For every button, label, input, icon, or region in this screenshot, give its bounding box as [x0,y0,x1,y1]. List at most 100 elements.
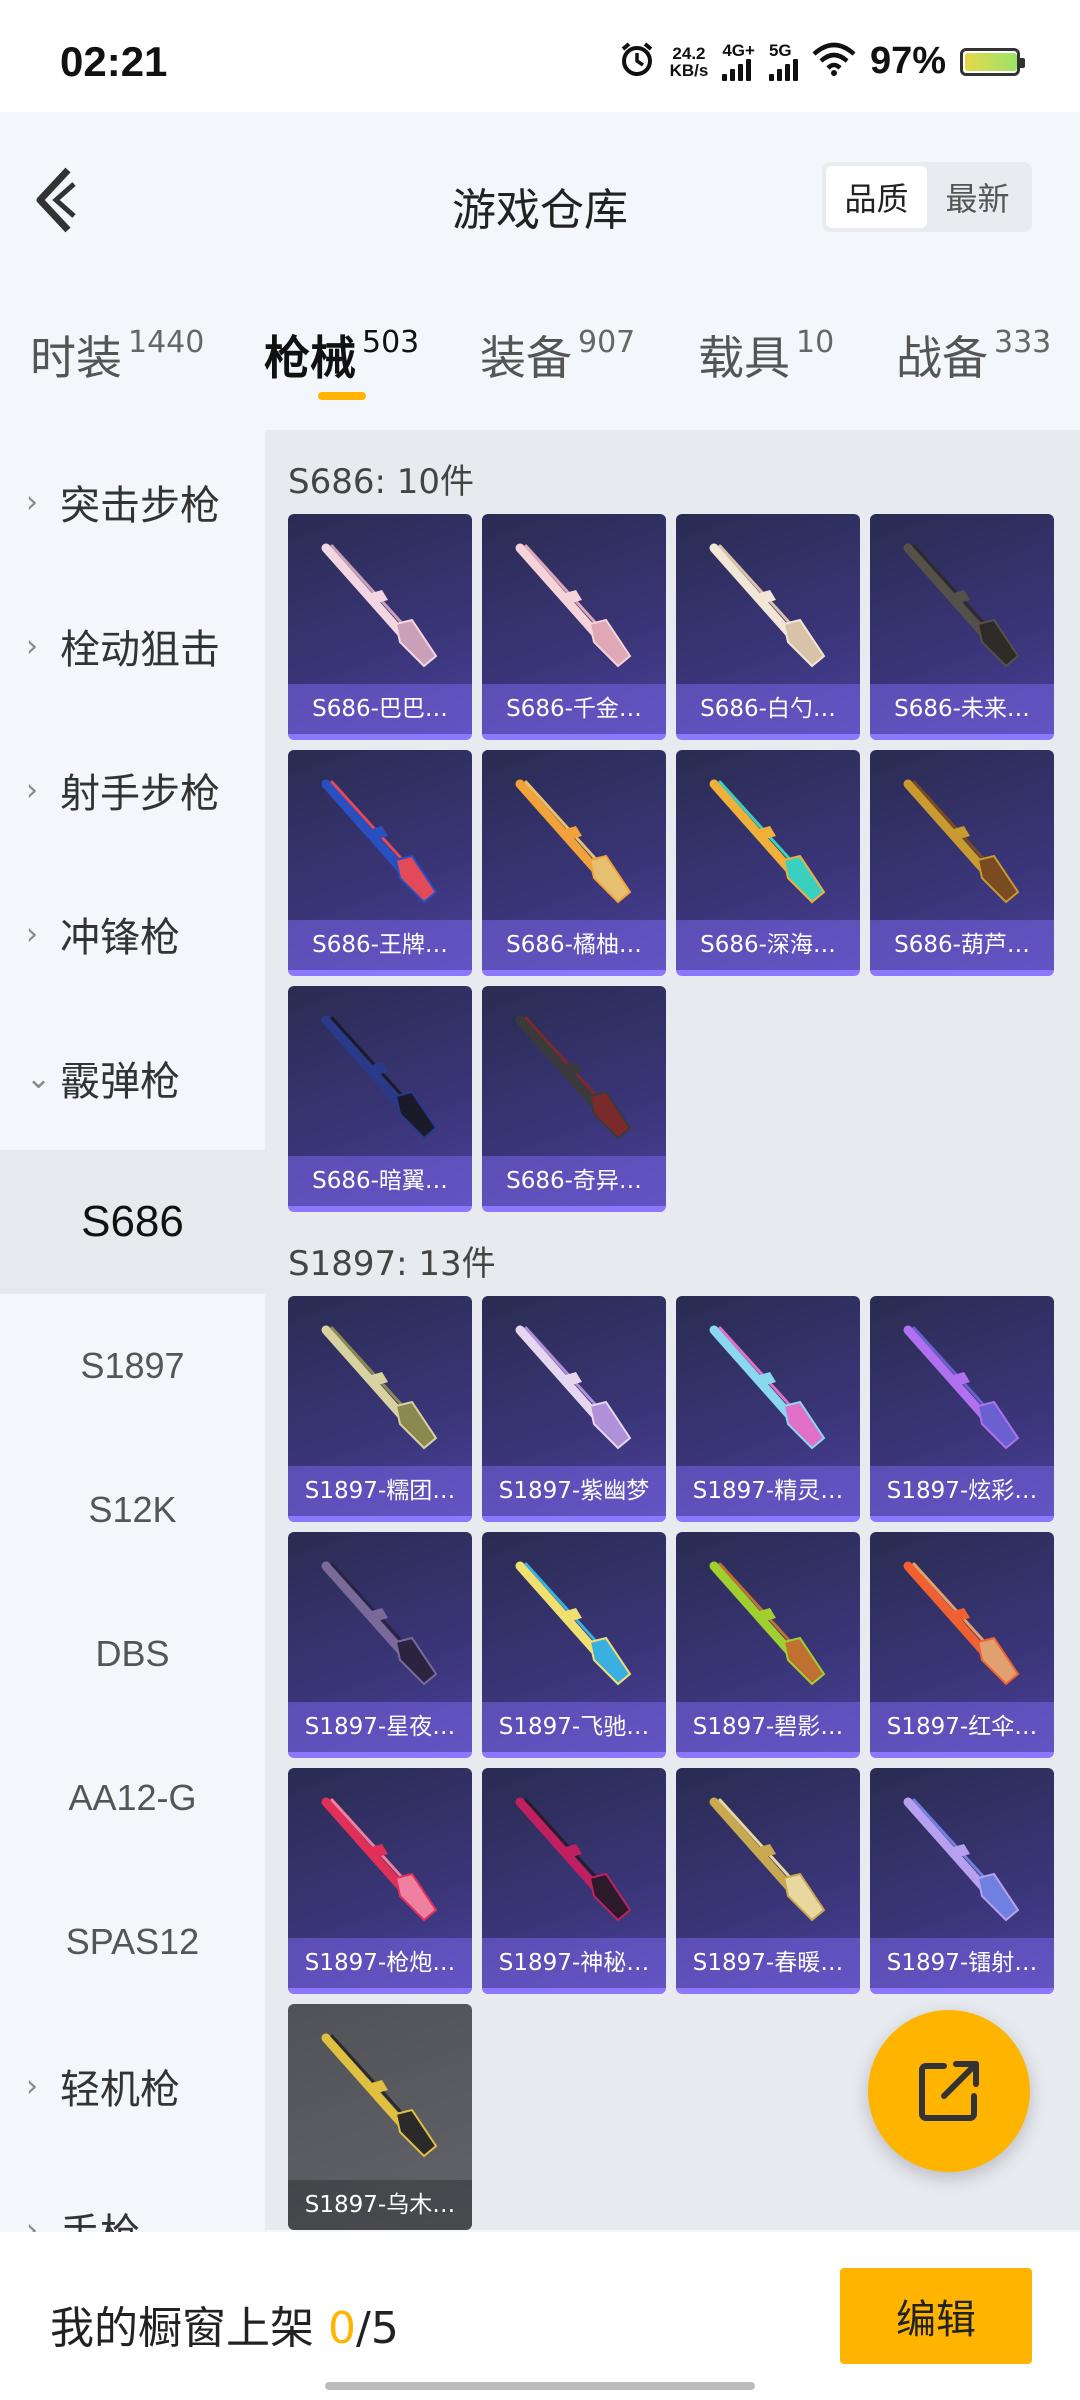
shotgun-icon [321,1561,438,1686]
sidebar-subitem-spas12[interactable]: SPAS12 [0,1870,265,2014]
sidebar-item-shotguns[interactable]: ⌄ 霰弹枪 [0,1006,265,1150]
shotgun-icon [515,779,632,904]
shotgun-icon [709,1797,826,1922]
sidebar-subitem-s12k[interactable]: S12K [0,1438,265,1582]
shotgun-icon [515,1561,632,1686]
weapon-card[interactable]: S1897-枪炮… [288,1768,472,1994]
chevron-right-icon: › [26,772,38,808]
active-tab-indicator [318,392,366,400]
battery-percent: 97% [869,40,946,82]
sidebar-subitem-dbs[interactable]: DBS [0,1582,265,1726]
header: 游戏仓库 品质 最新 [0,112,1080,282]
share-external-icon [919,2061,979,2121]
sidebar-item-label: 霰弹枪 [60,1059,180,1105]
sidebar-item-label: S686 [81,1197,184,1246]
tab-vehicles[interactable]: 载具 10 [698,322,834,388]
shotgun-icon [321,2033,438,2158]
weapon-card[interactable]: S1897-镭射… [870,1768,1054,1994]
sidebar-item-label: S1897 [80,1345,185,1386]
shotgun-icon [321,779,438,904]
shotgun-icon [515,1015,632,1140]
weapon-card[interactable]: S686-未来… [870,514,1054,740]
weapon-card[interactable]: S686-橘柚… [482,750,666,976]
sort-option-quality[interactable]: 品质 [826,166,927,228]
weapon-card-label: S686-暗翼… [288,1156,472,1206]
weapon-card-label: S1897-红伞… [870,1702,1054,1752]
tab-equipment[interactable]: 装备 907 [480,322,635,388]
net-speed: 24.2 KB/s [669,43,709,80]
shotgun-icon [903,1325,1020,1450]
weapon-card-label: S686-深海… [676,920,860,970]
shotgun-icon [903,543,1020,668]
sidebar-item-label: 突击步枪 [60,483,220,529]
section-title: S686: 10件 [288,462,475,502]
showcase-status: 我的橱窗上架 0/5 [50,2303,399,2354]
weapon-card[interactable]: S1897-乌木… [288,2004,472,2230]
sidebar-subitem-aa12g[interactable]: AA12-G [0,1726,265,1870]
shotgun-icon [903,1797,1020,1922]
chevron-right-icon: › [26,628,38,664]
weapon-card-label: S1897-镭射… [870,1938,1054,1988]
weapon-card[interactable]: S1897-炫彩… [870,1296,1054,1522]
sidebar-item-label: 栓动狙击 [60,627,220,673]
battery-icon [960,47,1025,76]
sidebar-item-lmgs[interactable]: › 轻机枪 [0,2014,265,2158]
shotgun-icon [903,1561,1020,1686]
weapon-card[interactable]: S686-奇异… [482,986,666,1212]
weapon-card-label: S1897-乌木… [288,2180,472,2230]
weapon-card[interactable]: S1897-精灵… [676,1296,860,1522]
weapon-card[interactable]: S686-葫芦… [870,750,1054,976]
weapon-card-label: S1897-精灵… [676,1466,860,1516]
weapon-card[interactable]: S1897-糯团… [288,1296,472,1522]
weapon-card[interactable]: S686-巴巴… [288,514,472,740]
status-bar: 02:21 24.2 KB/s 4G+ 5G 97% [0,0,1080,112]
tab-fashion[interactable]: 时装 1440 [30,322,204,388]
sim2-signal: 5G [768,42,798,81]
shotgun-icon [321,1325,438,1450]
shotgun-icon [515,1797,632,1922]
weapon-card-label: S1897-炫彩… [870,1466,1054,1516]
tab-weapons[interactable]: 枪械 503 [264,322,419,388]
weapon-card[interactable]: S1897-星夜… [288,1532,472,1758]
sidebar-item-label: AA12-G [68,1777,197,1818]
weapon-card[interactable]: S1897-春暖… [676,1768,860,1994]
sidebar-item-marksman-rifles[interactable]: › 射手步枪 [0,718,265,862]
sort-toggle: 品质 最新 [822,162,1032,232]
tab-supplies[interactable]: 战备 333 [896,322,1051,388]
sim1-signal: 4G+ [722,42,755,81]
weapon-card-label: S1897-春暖… [676,1938,860,1988]
sidebar-item-label: 轻机枪 [60,2067,180,2113]
sort-option-newest[interactable]: 最新 [927,166,1028,228]
weapon-card-label: S686-未来… [870,684,1054,734]
status-time: 02:21 [60,38,168,85]
weapon-card[interactable]: S686-暗翼… [288,986,472,1212]
sidebar-item-assault-rifles[interactable]: › 突击步枪 [0,430,265,574]
edit-button[interactable]: 编辑 [840,2268,1032,2364]
weapon-card[interactable]: S1897-飞驰… [482,1532,666,1758]
sidebar-subitem-s1897[interactable]: S1897 [0,1294,265,1438]
sidebar-item-label: DBS [95,1633,170,1674]
share-button[interactable] [868,2010,1030,2172]
weapon-card-label: S686-橘柚… [482,920,666,970]
weapon-card[interactable]: S1897-碧影… [676,1532,860,1758]
home-indicator [325,2382,755,2390]
weapon-card[interactable]: S686-王牌… [288,750,472,976]
sidebar-subitem-s686[interactable]: S686 [0,1150,265,1294]
weapon-card-label: S686-王牌… [288,920,472,970]
weapon-card[interactable]: S686-白勺… [676,514,860,740]
weapon-card[interactable]: S686-千金… [482,514,666,740]
shotgun-icon [321,1015,438,1140]
weapon-card[interactable]: S1897-红伞… [870,1532,1054,1758]
chevron-down-icon: ⌄ [26,1060,52,1096]
weapon-card[interactable]: S1897-紫幽梦 [482,1296,666,1522]
weapon-card[interactable]: S686-深海… [676,750,860,976]
weapon-card-label: S1897-糯团… [288,1466,472,1516]
sidebar-item-label: S12K [88,1489,177,1530]
weapon-card[interactable]: S1897-神秘… [482,1768,666,1994]
weapon-card-label: S1897-神秘… [482,1938,666,1988]
sidebar-item-bolt-snipers[interactable]: › 栓动狙击 [0,574,265,718]
shotgun-icon [321,543,438,668]
sidebar-item-smgs[interactable]: › 冲锋枪 [0,862,265,1006]
weapon-card-label: S1897-星夜… [288,1702,472,1752]
shotgun-icon [709,1561,826,1686]
